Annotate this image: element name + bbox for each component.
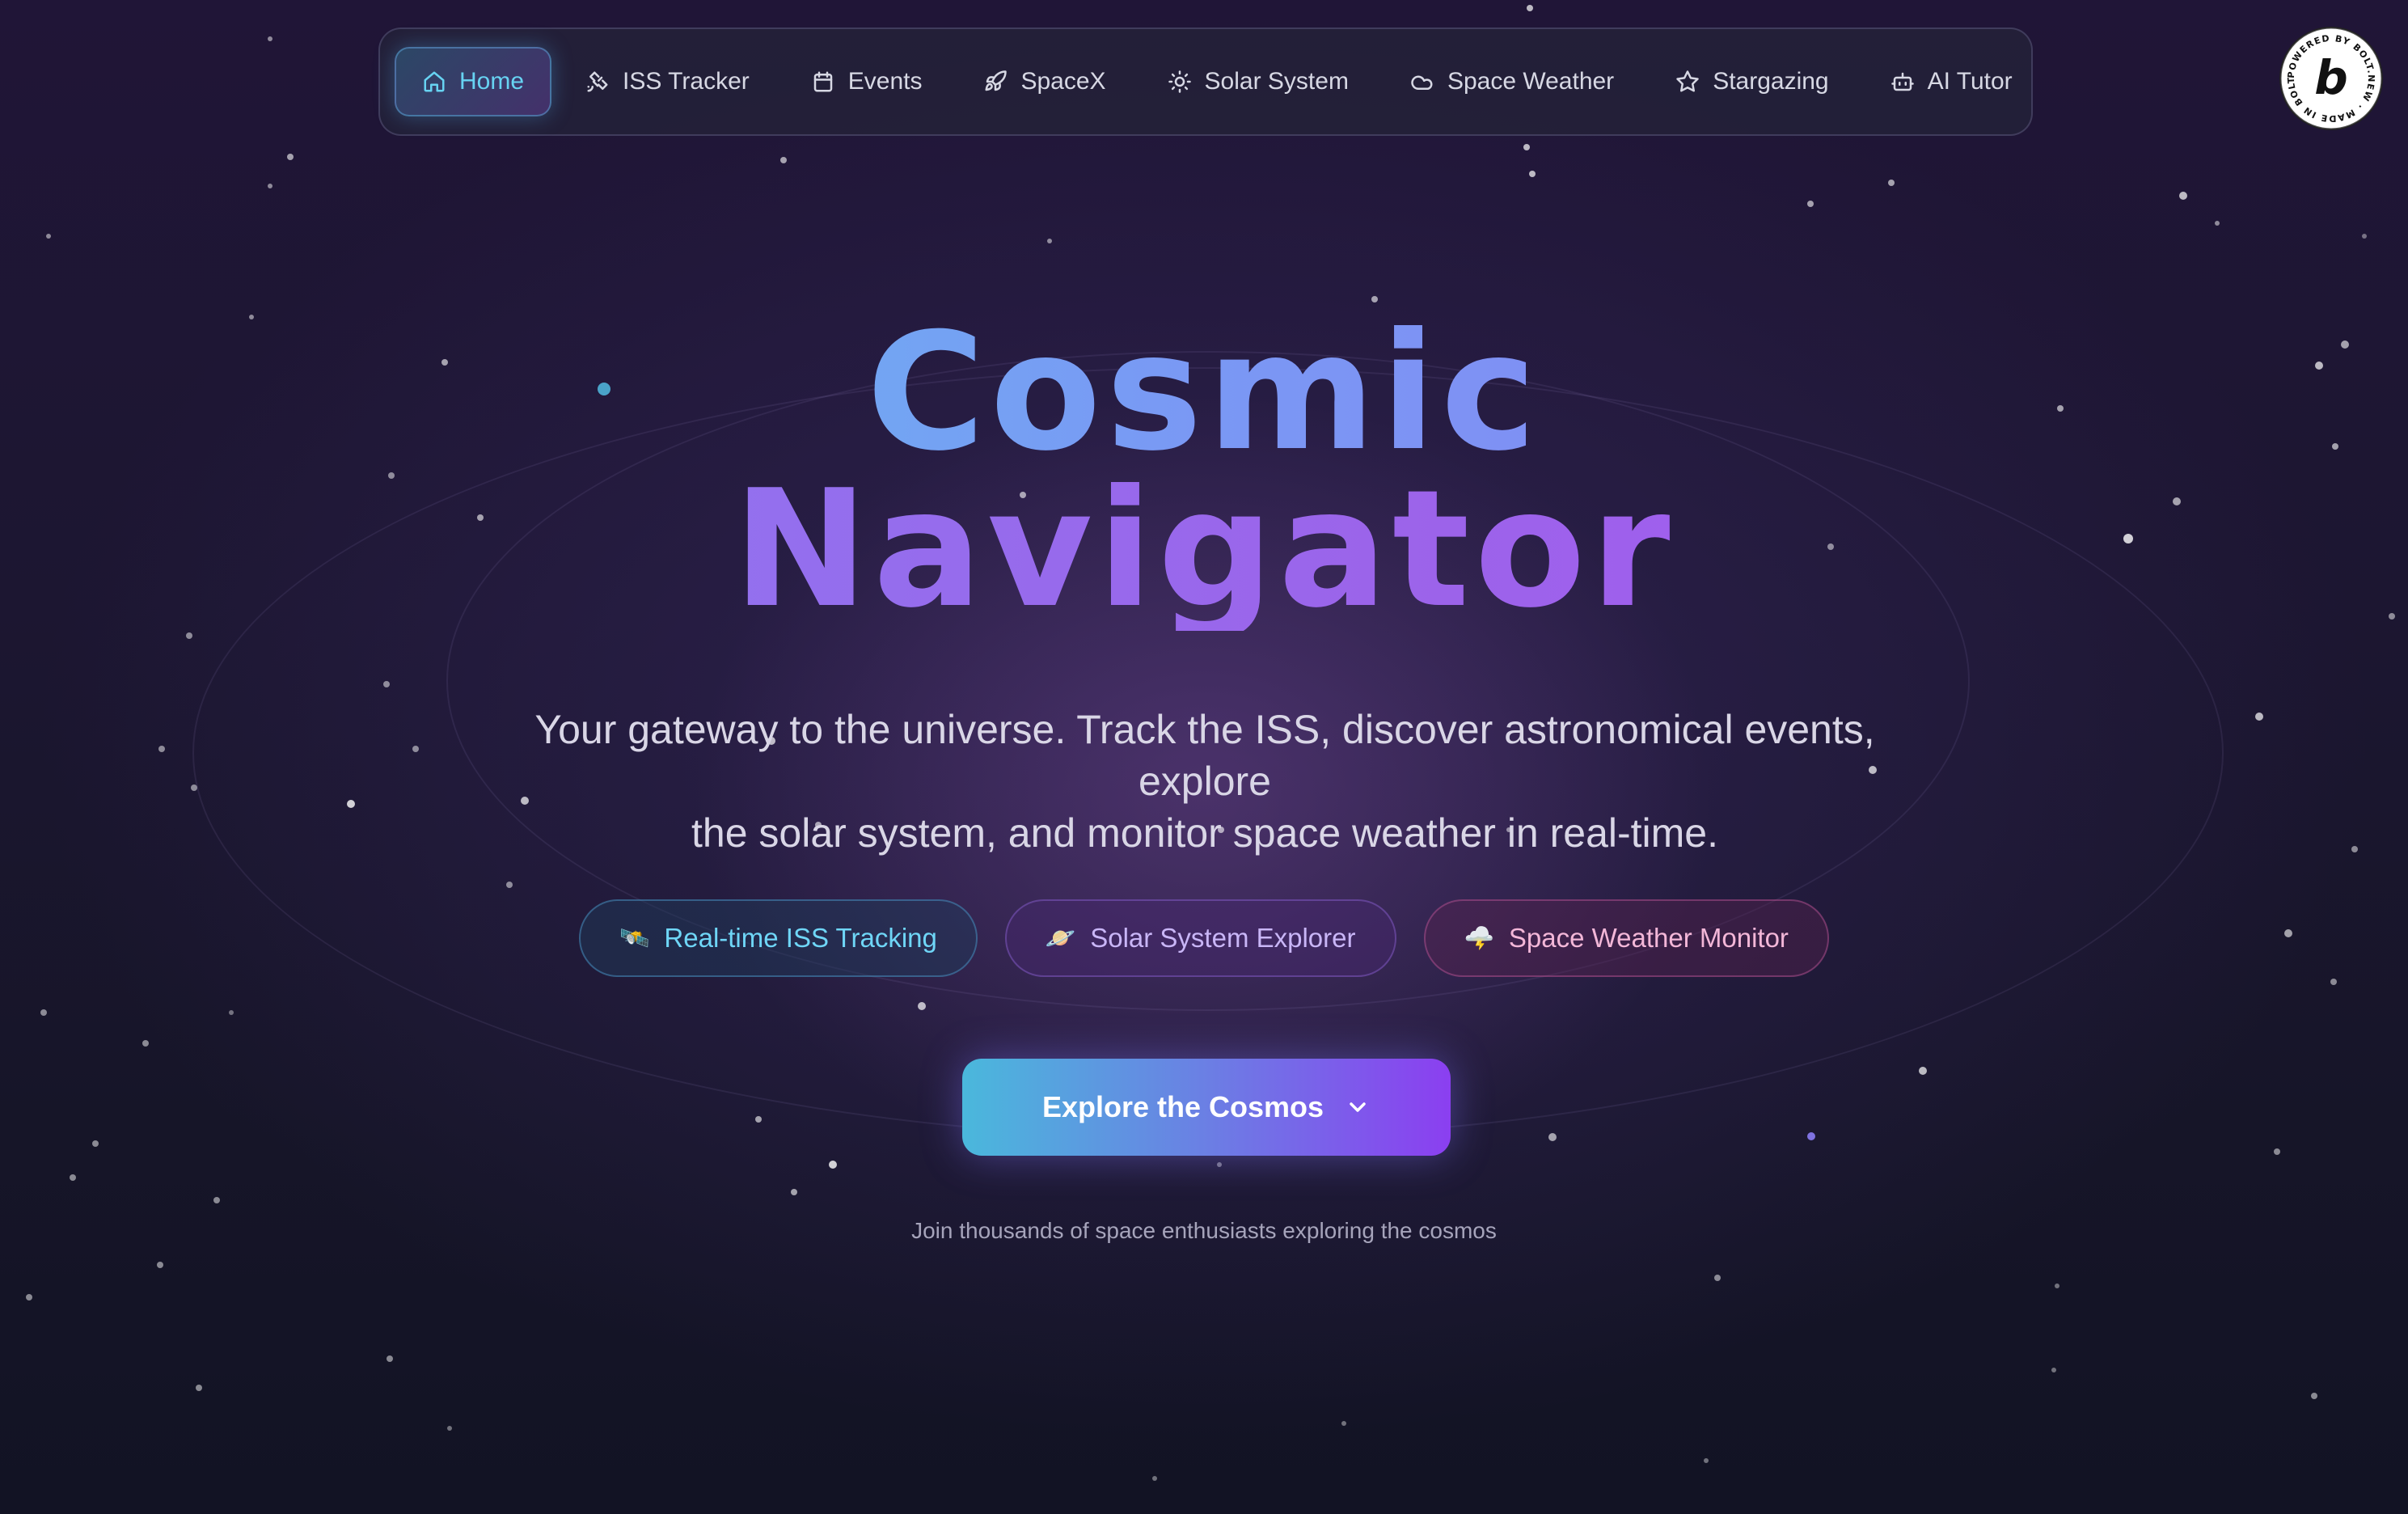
nav-item-label: AI Tutor — [1927, 68, 2013, 95]
nav-item-solar-system[interactable]: Solar System — [1140, 49, 1376, 115]
nav-item-spacex[interactable]: SpaceX — [956, 49, 1133, 115]
planet-icon: 🪐 — [1045, 924, 1076, 953]
hero-subtitle-line: the solar system, and monitor space weat… — [691, 810, 1718, 856]
home-icon — [424, 71, 445, 92]
nav-item-label: Space Weather — [1447, 68, 1615, 95]
bolt-badge[interactable]: POWERED BY BOLT.NEW · MADE IN BOLT.NEW ·… — [2279, 26, 2384, 131]
hero-subtitle-line: explore — [1139, 759, 1271, 804]
nav-item-stargazing[interactable]: Stargazing — [1648, 49, 1856, 115]
nav-item-label: SpaceX — [1020, 68, 1106, 95]
chip-iss-tracking[interactable]: 🛰️ Real-time ISS Tracking — [579, 899, 978, 977]
nav-item-home[interactable]: Home — [395, 47, 552, 116]
hero-title-line-1: Cosmic — [0, 312, 2408, 474]
nav-item-label: ISS Tracker — [623, 68, 750, 95]
satellite-icon — [587, 71, 608, 92]
explore-cosmos-label: Explore the Cosmos — [1041, 1090, 1324, 1123]
sun-icon — [1168, 70, 1191, 93]
chip-label: Solar System Explorer — [1090, 923, 1356, 953]
bot-icon — [1890, 72, 1914, 91]
main-nav: Home ISS Tracker Events SpaceX Solar Sys… — [378, 27, 2033, 136]
feature-chips: 🛰️ Real-time ISS Tracking 🪐 Solar System… — [0, 899, 2408, 977]
hero-subtitle: Your gateway to the universe. Track the … — [501, 704, 1908, 859]
nav-item-space-weather[interactable]: Space Weather — [1383, 49, 1641, 115]
nav-item-iss-tracker[interactable]: ISS Tracker — [558, 49, 777, 115]
calendar-icon — [813, 71, 832, 92]
cloud-icon — [1411, 75, 1433, 90]
chip-label: Space Weather Monitor — [1508, 923, 1789, 953]
hero-title-line-2: Navigator — [0, 469, 2408, 631]
chip-solar-system-explorer[interactable]: 🪐 Solar System Explorer — [1004, 899, 1396, 977]
nav-item-ai-tutor[interactable]: AI Tutor — [1863, 49, 2040, 115]
badge-letter: b — [2314, 50, 2348, 105]
rocket-icon — [985, 70, 1008, 91]
nav-item-label: Events — [847, 68, 923, 95]
nav-item-label: Home — [459, 68, 525, 95]
satellite-icon: 🛰️ — [619, 924, 650, 953]
nav-item-events[interactable]: Events — [784, 49, 950, 115]
explore-cosmos-button[interactable]: Explore the Cosmos — [962, 1059, 1451, 1156]
hero-subtitle-line: Your gateway to the universe. Track the … — [534, 707, 1875, 752]
nav-item-label: Solar System — [1204, 68, 1349, 95]
storm-cloud-icon: 🌩️ — [1464, 924, 1494, 953]
chip-space-weather-monitor[interactable]: 🌩️ Space Weather Monitor — [1423, 899, 1829, 977]
chip-label: Real-time ISS Tracking — [664, 923, 937, 953]
star-icon — [1676, 70, 1699, 92]
hero-footnote: Join thousands of space enthusiasts expl… — [911, 1218, 1497, 1243]
chevron-down-icon — [1350, 1102, 1366, 1112]
nav-item-label: Stargazing — [1713, 68, 1829, 95]
